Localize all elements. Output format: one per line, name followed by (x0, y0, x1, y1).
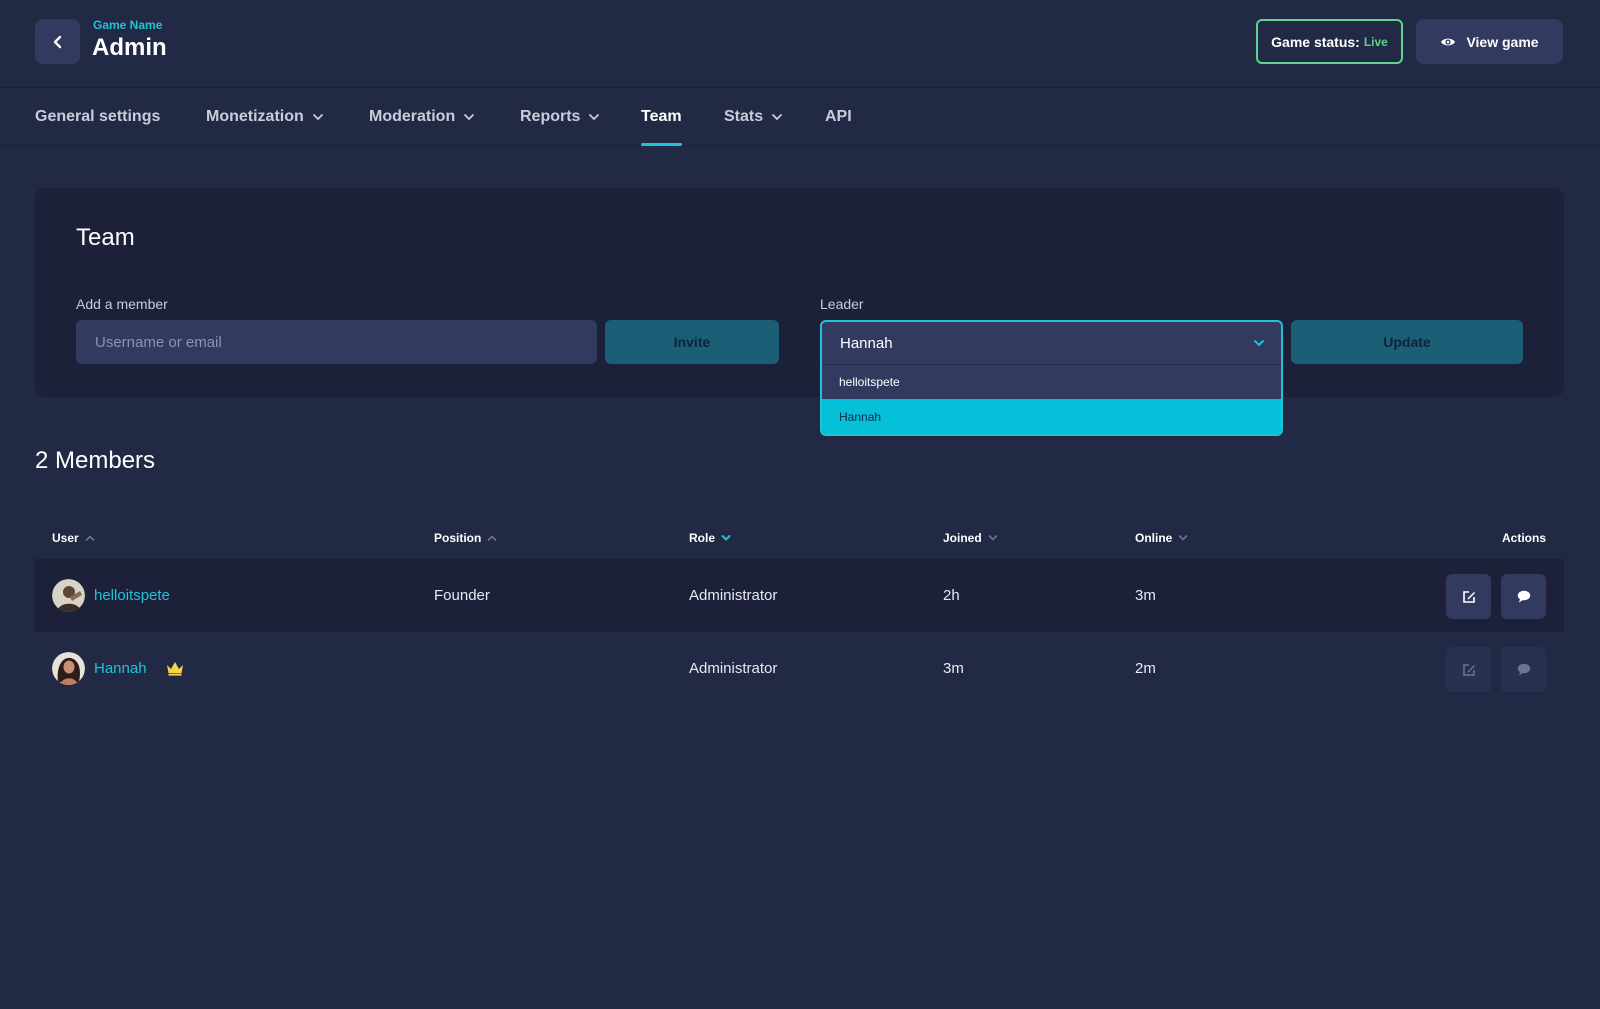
game-status-value: Live (1363, 34, 1388, 49)
avatar (52, 579, 85, 612)
column-header-label: Role (689, 531, 716, 545)
table-row: Hannah Administrator 3m 2m (35, 632, 1564, 705)
tab-api[interactable]: API (825, 108, 852, 146)
message-member-button[interactable] (1501, 574, 1546, 619)
tab-reports[interactable]: Reports (520, 108, 600, 146)
edit-icon (1462, 590, 1475, 603)
role-cell: Administrator (689, 587, 778, 604)
team-card (35, 188, 1564, 397)
chevron-down-icon (772, 114, 783, 121)
chat-icon (1517, 590, 1530, 603)
role-cell: Administrator (689, 660, 778, 677)
column-header-label: Joined (943, 531, 982, 545)
view-game-button[interactable]: View game (1416, 19, 1563, 64)
team-card-title: Team (76, 224, 135, 251)
chat-icon (1517, 663, 1530, 676)
tab-label: Moderation (369, 108, 456, 125)
user-link[interactable]: Hannah (94, 660, 147, 677)
tab-label: General settings (35, 108, 161, 125)
app-header: Game Name Admin Game status: Live View g… (0, 0, 1600, 88)
joined-cell: 3m (943, 660, 964, 677)
crown-icon (167, 662, 183, 676)
back-button[interactable] (35, 19, 80, 64)
sort-descending-icon (721, 535, 731, 541)
edit-member-button[interactable] (1446, 574, 1491, 619)
tab-label: Reports (520, 108, 581, 125)
invite-button[interactable]: Invite (605, 320, 779, 364)
tab-general-settings[interactable]: General settings (35, 108, 160, 146)
chevron-down-icon (589, 114, 600, 121)
tab-label: Monetization (206, 108, 304, 125)
tab-label: API (825, 108, 852, 125)
chevron-down-icon (464, 114, 475, 121)
tab-label: Stats (724, 108, 764, 125)
tab-label: Team (641, 108, 682, 125)
chevron-down-icon (312, 114, 323, 121)
view-game-label: View game (1466, 33, 1539, 50)
sort-ascending-icon (488, 535, 497, 541)
table-row: helloitspete Founder Administrator 2h 3m (35, 559, 1564, 632)
tab-stats[interactable]: Stats (724, 108, 783, 146)
leader-select[interactable]: Hannah (820, 320, 1283, 364)
column-header-label: User (52, 531, 79, 545)
column-header-joined[interactable]: Joined (943, 531, 998, 545)
update-button[interactable]: Update (1291, 320, 1523, 364)
online-cell: 3m (1135, 587, 1156, 604)
message-member-button[interactable] (1501, 647, 1546, 692)
add-member-label: Add a member (76, 296, 168, 312)
online-cell: 2m (1135, 660, 1156, 677)
column-header-label: Position (434, 531, 482, 545)
joined-cell: 2h (943, 587, 960, 604)
sort-descending-icon (988, 535, 997, 541)
leader-selected-value: Hannah (840, 334, 893, 352)
leader-option[interactable]: helloitspete (822, 364, 1281, 399)
add-member-input[interactable] (76, 320, 597, 364)
game-name: Game Name (93, 18, 163, 32)
leader-option[interactable]: Hannah (822, 399, 1281, 434)
column-header-position[interactable]: Position (434, 531, 497, 545)
edit-icon (1462, 663, 1475, 676)
leader-dropdown-menu: helloitspete Hannah (820, 364, 1283, 436)
tab-team[interactable]: Team (641, 108, 682, 146)
game-status-button[interactable]: Game status: Live (1256, 19, 1403, 64)
column-header-role[interactable]: Role (689, 531, 731, 545)
position-cell: Founder (434, 587, 490, 604)
chevron-left-icon (53, 35, 61, 48)
avatar (52, 652, 85, 685)
column-header-label: Online (1135, 531, 1173, 545)
eye-icon (1441, 38, 1456, 45)
game-status-label: Game status: (1271, 33, 1360, 50)
tab-moderation[interactable]: Moderation (369, 108, 475, 146)
column-header-online[interactable]: Online (1135, 531, 1188, 545)
main-nav: General settings Monetization Moderation… (0, 88, 1600, 146)
edit-member-button[interactable] (1446, 647, 1491, 692)
sort-descending-icon (1179, 535, 1188, 541)
tab-monetization[interactable]: Monetization (206, 108, 324, 146)
user-link[interactable]: helloitspete (94, 587, 170, 604)
column-header-user[interactable]: User (52, 531, 95, 545)
chevron-down-icon (1254, 340, 1264, 347)
leader-label: Leader (820, 296, 864, 312)
page-title: Admin (92, 34, 167, 61)
sort-ascending-icon (85, 535, 94, 541)
column-header-actions: Actions (1502, 531, 1547, 545)
members-count-title: 2 Members (35, 447, 156, 474)
